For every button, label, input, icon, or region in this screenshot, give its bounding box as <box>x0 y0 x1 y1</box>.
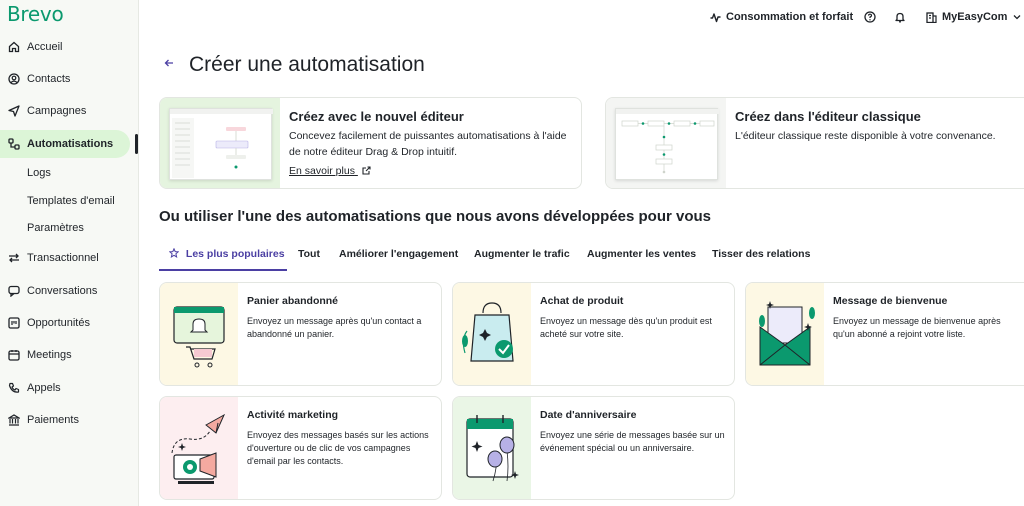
automation-description: Envoyez un message de bienvenue après qu… <box>833 316 1001 339</box>
tab-label: Augmenter le trafic <box>474 248 570 260</box>
tab-label: Les plus populaires <box>185 248 285 260</box>
building-icon <box>926 11 937 23</box>
classic-editor-description: L'éditeur classique reste disponible à v… <box>735 130 996 142</box>
usage-plan-button[interactable]: Consommation et forfait <box>710 10 853 24</box>
sidebar-item-paiements[interactable]: Paiements <box>0 406 139 434</box>
automation-description: Envoyez un message dès qu'un produit est… <box>540 316 712 339</box>
automation-card-date-anniversaire[interactable]: Date d'anniversaire Envoyez une série de… <box>452 396 735 500</box>
sidebar-item-transactionnel[interactable]: Transactionnel <box>0 244 139 272</box>
phone-icon <box>7 382 20 395</box>
automation-description: Envoyez des messages basés sur les actio… <box>247 430 429 466</box>
tab-augmenter-trafic[interactable]: Augmenter le trafic <box>474 248 570 260</box>
back-button[interactable] <box>164 58 174 68</box>
sidebar-item-automatisations[interactable]: Automatisations <box>0 130 130 158</box>
sidebar-item-meetings[interactable]: Meetings <box>0 341 139 369</box>
tab-label: Améliorer l'engagement <box>339 248 459 260</box>
sidebar-item-templates[interactable]: Templates d'email <box>0 187 139 215</box>
automation-title: Panier abandonné <box>247 295 339 307</box>
classic-editor-title: Créez dans l'éditeur classique <box>735 109 921 124</box>
active-tab-underline <box>159 269 287 271</box>
sidebar-item-appels[interactable]: Appels <box>0 374 139 402</box>
envelope-icon <box>746 283 824 385</box>
automation-icon <box>7 138 20 151</box>
sidebar-item-label: Templates d'email <box>27 195 115 207</box>
transfer-icon <box>7 252 20 265</box>
sidebar-item-contacts[interactable]: Contacts <box>0 65 139 93</box>
megaphone-icon <box>160 397 238 499</box>
deals-icon <box>7 317 20 330</box>
tab-les-plus-populaires[interactable]: Les plus populaires <box>168 247 285 261</box>
sidebar-item-accueil[interactable]: Accueil <box>0 33 139 61</box>
tab-label: Tout <box>298 248 320 260</box>
active-indicator <box>135 134 138 154</box>
sidebar-item-campagnes[interactable]: Campagnes <box>0 97 139 125</box>
sidebar-item-conversations[interactable]: Conversations <box>0 277 139 305</box>
bell-icon <box>894 11 906 23</box>
new-editor-card[interactable]: Créez avec le nouvel éditeur Concevez fa… <box>159 97 582 189</box>
sidebar-item-label: Automatisations <box>27 138 114 150</box>
sidebar-item-label: Contacts <box>27 73 71 85</box>
new-editor-preview <box>160 98 280 188</box>
classic-editor-card[interactable]: Créez dans l'éditeur classique L'éditeur… <box>605 97 1024 189</box>
help-icon <box>864 11 876 23</box>
chevron-down-icon <box>1013 13 1021 21</box>
tab-augmenter-ventes[interactable]: Augmenter les ventes <box>587 248 696 260</box>
shopping-bag-icon <box>453 283 531 385</box>
new-editor-description: Concevez facilement de puissantes automa… <box>289 130 567 158</box>
page-title: Créer une automatisation <box>189 53 425 76</box>
classic-editor-preview <box>606 98 726 188</box>
notifications-button[interactable] <box>894 10 906 24</box>
birthday-calendar-icon <box>453 397 531 499</box>
sidebar-item-parametres[interactable]: Paramètres <box>0 214 139 242</box>
home-icon <box>7 41 20 54</box>
learn-more-link[interactable]: En savoir plus <box>289 165 371 178</box>
automation-description: Envoyez un message après qu'un contact a… <box>247 316 422 339</box>
sidebar-item-label: Meetings <box>27 349 72 361</box>
cart-icon <box>160 283 238 385</box>
tab-label: Tisser des relations <box>712 248 811 260</box>
sidebar-item-label: Campagnes <box>27 105 87 117</box>
bank-icon <box>7 414 20 427</box>
new-editor-title: Créez avec le nouvel éditeur <box>289 109 464 124</box>
brevo-logo[interactable]: Brevo <box>7 2 64 26</box>
sidebar-item-logs[interactable]: Logs <box>0 159 139 187</box>
external-link-icon <box>362 166 371 178</box>
automation-title: Date d'anniversaire <box>540 409 637 421</box>
sidebar-item-label: Paiements <box>27 414 79 426</box>
tab-label: Augmenter les ventes <box>587 248 697 260</box>
automation-description: Envoyez une série de messages basée sur … <box>540 430 725 453</box>
sidebar-item-label: Transactionnel <box>27 252 99 264</box>
sidebar-item-label: Appels <box>27 382 61 394</box>
automation-card-achat-produit[interactable]: Achat de produit Envoyez un message dès … <box>452 282 735 386</box>
sidebar-item-label: Accueil <box>27 41 63 53</box>
automation-card-activite-marketing[interactable]: Activité marketing Envoyez des messages … <box>159 396 442 500</box>
usage-plan-label: Consommation et forfait <box>726 11 854 23</box>
learn-more-label: En savoir plus <box>289 165 355 177</box>
automation-title: Achat de produit <box>540 295 624 307</box>
account-name: MyEasyCom <box>942 11 1008 23</box>
contacts-icon <box>7 73 20 86</box>
automation-card-message-bienvenue[interactable]: Message de bienvenue Envoyez un message … <box>745 282 1024 386</box>
sidebar-item-label: Conversations <box>27 285 98 297</box>
help-button[interactable] <box>864 10 876 24</box>
automation-title: Message de bienvenue <box>833 295 948 307</box>
calendar-icon <box>7 349 20 362</box>
section-title: Ou utiliser l'une des automatisations qu… <box>159 208 712 225</box>
automation-title: Activité marketing <box>247 409 339 421</box>
activity-icon <box>710 12 721 23</box>
automation-card-panier-abandonne[interactable]: Panier abandonné Envoyez un message aprè… <box>159 282 442 386</box>
sidebar-item-opportunites[interactable]: Opportunités <box>0 309 139 337</box>
sidebar-item-label: Paramètres <box>27 222 84 234</box>
sidebar: Brevo Accueil Contacts Campagnes Automat… <box>0 0 139 506</box>
chat-icon <box>7 285 20 298</box>
tab-tisser-relations[interactable]: Tisser des relations <box>712 248 810 260</box>
sidebar-item-label: Opportunités <box>27 317 90 329</box>
star-icon <box>168 247 180 261</box>
send-icon <box>7 105 20 118</box>
sidebar-item-label: Logs <box>27 167 51 179</box>
tab-ameliorer-engagement[interactable]: Améliorer l'engagement <box>339 248 458 260</box>
arrow-left-icon <box>164 58 174 68</box>
tab-tout[interactable]: Tout <box>298 248 320 260</box>
account-menu[interactable]: MyEasyCom <box>926 10 1021 24</box>
